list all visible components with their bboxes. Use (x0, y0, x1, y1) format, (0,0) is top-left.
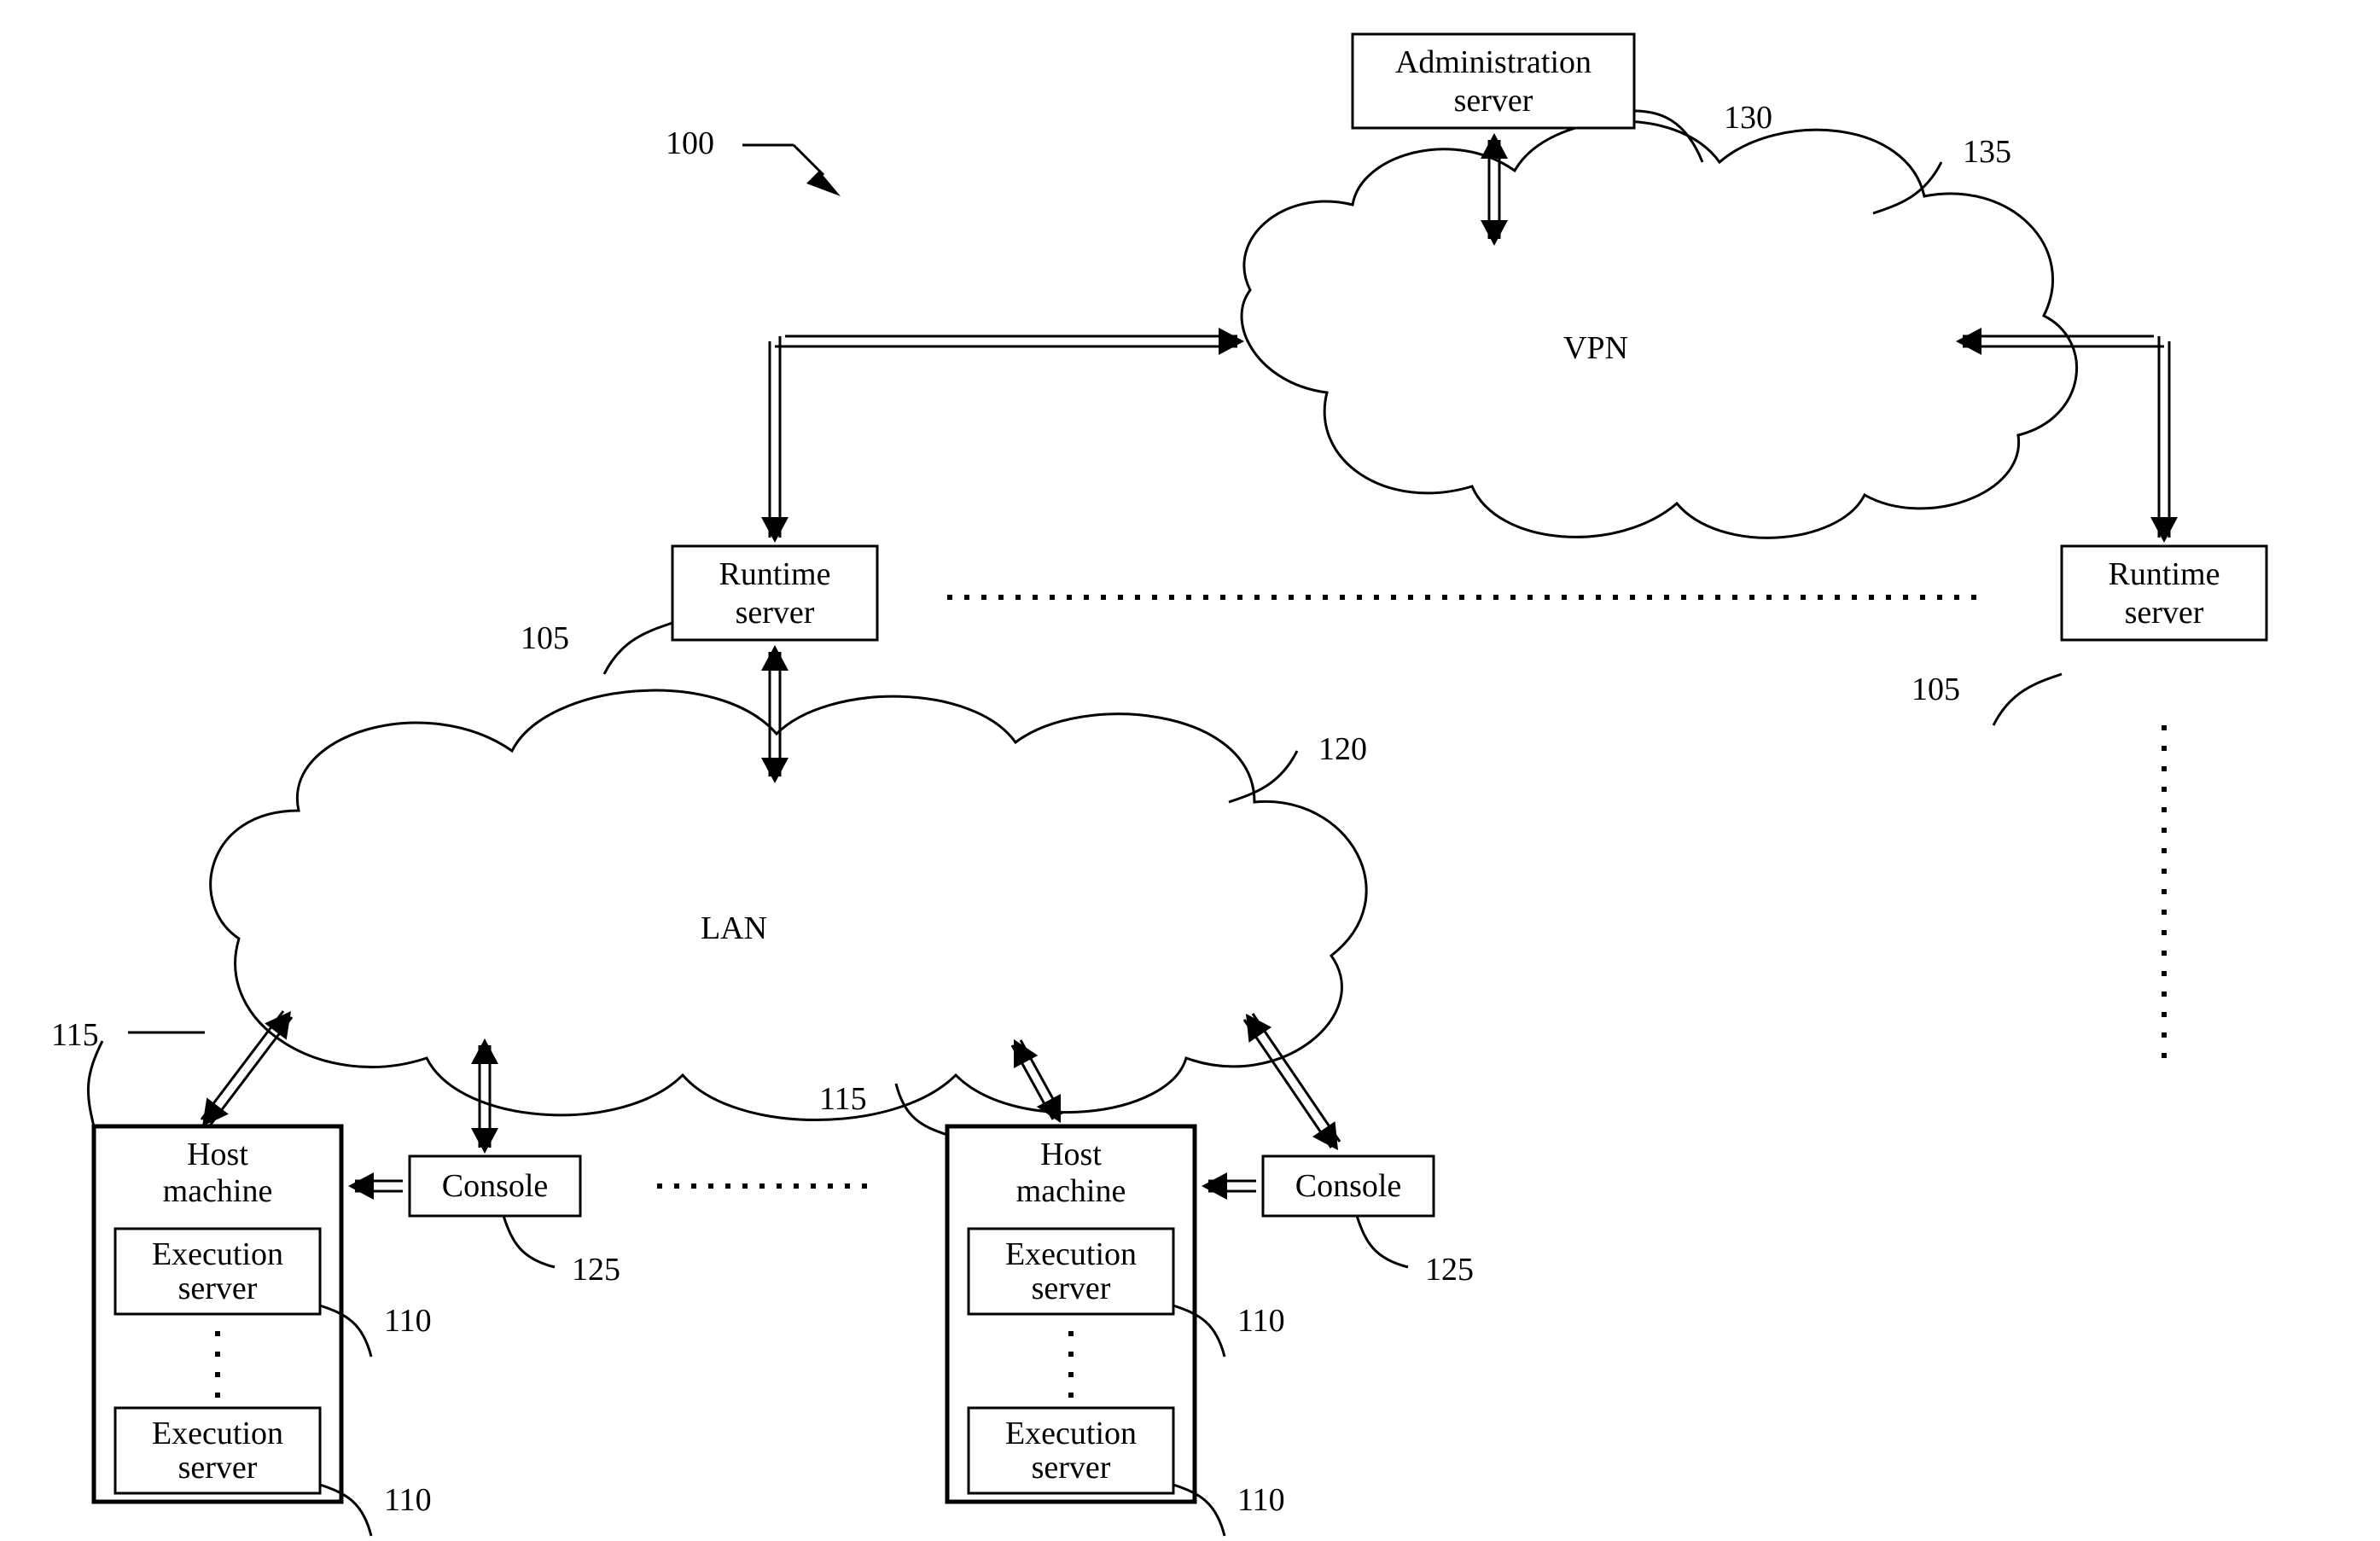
console2: Console (1295, 1168, 1402, 1204)
ref-105-1: 105 (521, 620, 569, 656)
runtime1-line2: server (736, 595, 815, 631)
vpn-label: VPN (1563, 330, 1628, 366)
exec2a-l2: server (1032, 1271, 1111, 1306)
host2-l1: Host (1040, 1137, 1102, 1172)
exec2b-l1: Execution (1005, 1416, 1137, 1451)
admin-line1: Administration (1395, 44, 1592, 80)
exec1b-l2: server (178, 1450, 258, 1486)
host2-l2: machine (1016, 1173, 1126, 1209)
exec2a-l1: Execution (1005, 1236, 1137, 1272)
lan-label: LAN (701, 910, 767, 946)
ref-125-2: 125 (1425, 1252, 1474, 1288)
runtime2-line2: server (2125, 595, 2204, 631)
ref-125-1: 125 (572, 1252, 620, 1288)
ref-120: 120 (1318, 731, 1367, 767)
ref-110-2b: 110 (1237, 1482, 1285, 1518)
admin-line2: server (1454, 83, 1533, 119)
exec1a-l2: server (178, 1271, 258, 1306)
ref-115-2: 115 (819, 1081, 867, 1117)
ref-110-2a: 110 (1237, 1303, 1285, 1339)
runtime1-line1: Runtime (719, 556, 831, 592)
ref-135: 135 (1963, 134, 2011, 170)
ref-115-1: 115 (51, 1017, 99, 1053)
exec2b-l2: server (1032, 1450, 1111, 1486)
ref-130: 130 (1724, 100, 1772, 136)
exec1a-l1: Execution (152, 1236, 283, 1272)
ref-110-1a: 110 (384, 1303, 432, 1339)
console1: Console (442, 1168, 549, 1204)
host1-l1: Host (187, 1137, 248, 1172)
ref-105-2: 105 (1912, 672, 1960, 707)
ref-100: 100 (666, 125, 714, 161)
host1-l2: machine (163, 1173, 273, 1209)
runtime2-line1: Runtime (2109, 556, 2220, 592)
exec1b-l1: Execution (152, 1416, 283, 1451)
ref-110-1b: 110 (384, 1482, 432, 1518)
